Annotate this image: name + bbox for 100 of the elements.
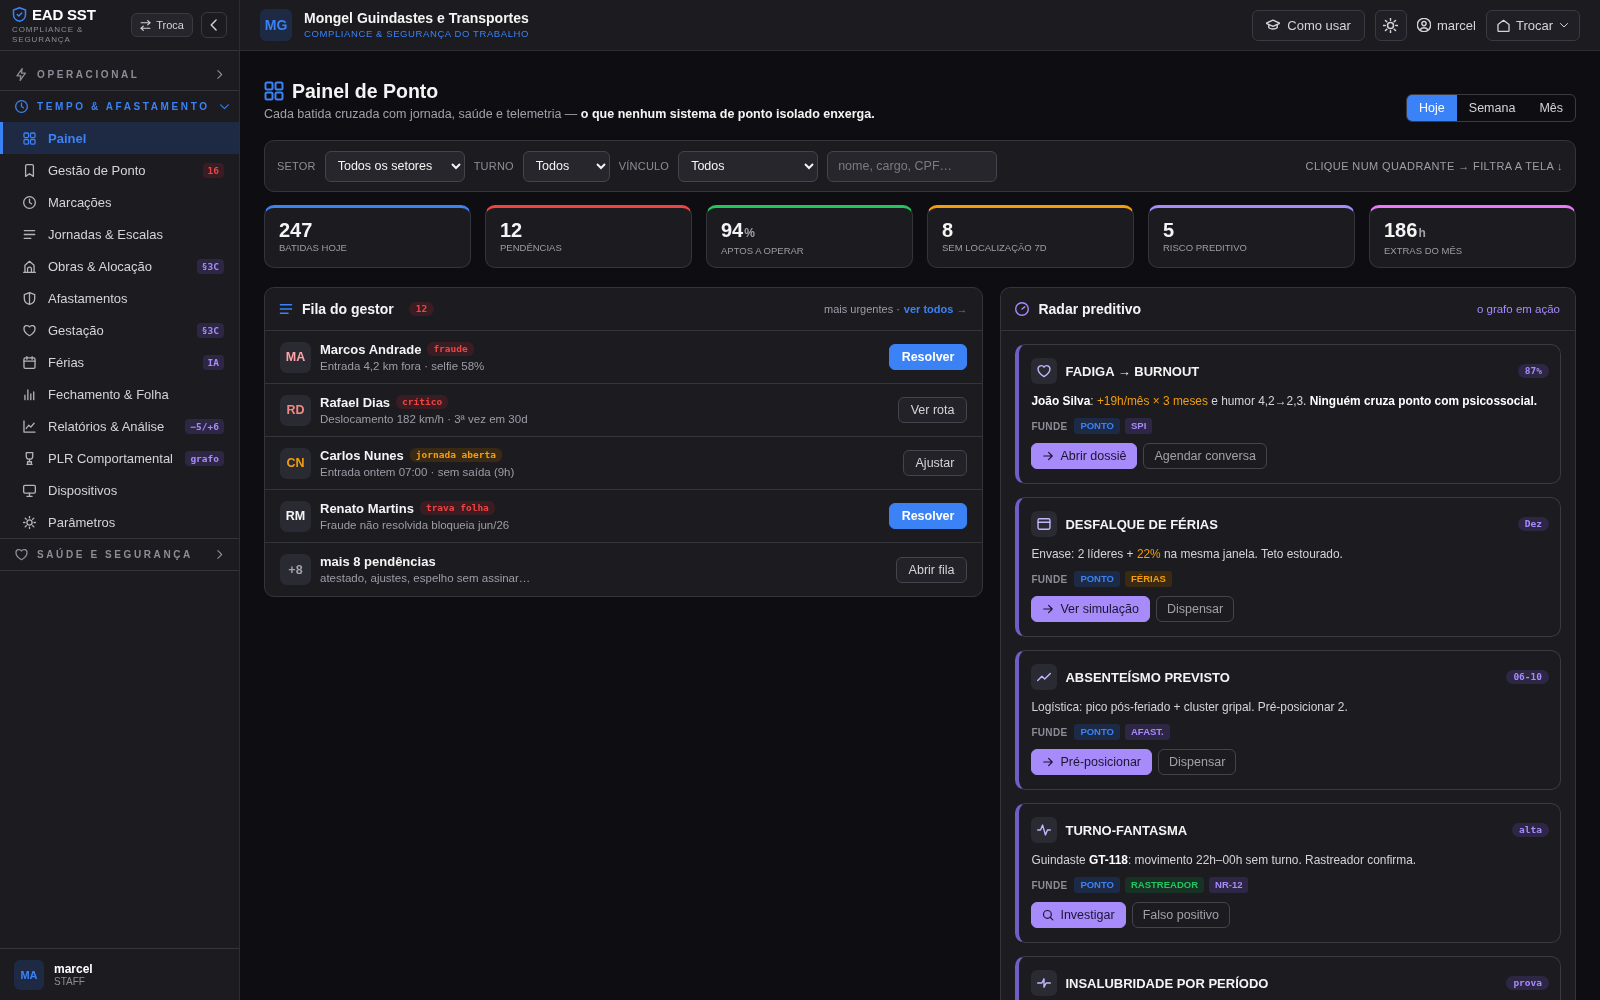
action-button[interactable]: Ver simulação [1031, 596, 1150, 622]
help-button[interactable]: Como usar [1252, 9, 1365, 41]
switch-button[interactable]: Trocar [1485, 9, 1580, 41]
stat-card[interactable]: 5 RISCO PREDITIVO [1148, 205, 1355, 268]
source-tag: PONTO [1074, 877, 1120, 893]
stat-value: 12 [500, 218, 524, 242]
nav-item[interactable]: Gestão de Ponto [0, 154, 203, 186]
arrow-right-icon [1042, 603, 1055, 615]
stat-value: 8 [942, 218, 955, 242]
view-all-link[interactable]: ver todos → [903, 303, 968, 315]
section-header[interactable]: TEMPO & AFASTAMENTO [0, 91, 239, 122]
nav-badge: IA [202, 354, 224, 370]
select-field[interactable]: Todos os setores [324, 150, 465, 182]
stat-card[interactable]: 94% APTOS A OPERAR [706, 205, 913, 268]
action-button[interactable]: Agendar conversa [1143, 443, 1267, 469]
action-button[interactable]: Investigar [1031, 902, 1126, 928]
avatar: RD [280, 394, 311, 426]
theme-button[interactable] [1374, 9, 1407, 41]
source-tag: PONTO [1074, 418, 1120, 434]
arrow-right-icon [1042, 756, 1055, 768]
action-button[interactable]: Dispensar [1155, 596, 1235, 622]
panel-icon [1031, 511, 1058, 537]
search-field[interactable]: nome, cargo, CPF… [827, 150, 998, 182]
select-field[interactable]: Todos [522, 150, 610, 182]
source-label: FUNDE [1031, 573, 1068, 585]
clock-icon [15, 100, 28, 113]
building-icon [23, 259, 36, 273]
company-name: Mongel Guindastes e Transportes [304, 10, 530, 27]
pulse-icon [1031, 970, 1058, 996]
section-header[interactable]: SAÚDE E SEGURANÇA [0, 539, 239, 570]
stat-card[interactable]: 247 BATIDAS HOJE [264, 205, 471, 268]
card-badge: 06-10 [1506, 670, 1549, 684]
heart-icon [23, 323, 36, 337]
action-button[interactable]: Resolver [888, 344, 968, 370]
stat-value: 5 [1163, 218, 1176, 242]
nav-item[interactable]: Fechamento & Folha [0, 378, 239, 410]
avatar: MA [280, 341, 311, 373]
stat-card[interactable]: 8 SEM LOCALIZAÇÃO 7D [927, 205, 1134, 268]
source-label: FUNDE [1031, 879, 1068, 891]
collapse-button[interactable] [201, 12, 227, 38]
stat-label: SEM LOCALIZAÇÃO 7D [942, 242, 1048, 254]
avatar: CN [280, 447, 311, 479]
shield-icon [23, 291, 36, 305]
action-button[interactable]: Abrir dossiê [1031, 443, 1138, 469]
source-tag: AFAST. [1125, 724, 1170, 740]
select-field[interactable]: Todos [678, 150, 819, 182]
nav-item[interactable]: Dispositivos [0, 474, 239, 506]
card-badge: Dez [1517, 517, 1549, 531]
card-title: DESFALQUE DE FÉRIAS [1065, 516, 1219, 532]
section-header[interactable]: OPERACIONAL [0, 59, 239, 90]
trophy-icon [23, 451, 36, 465]
nav-item[interactable]: Parâmetros [0, 506, 239, 538]
filter-hint: CLIQUE NUM QUADRANTE → FILTRA A TELA ↓ [1305, 160, 1563, 172]
nav-badge: §3C [196, 322, 224, 338]
nav-item[interactable]: Gestação [0, 314, 197, 346]
avatar: +8 [280, 554, 311, 585]
company-subtitle: COMPLIANCE & SEGURANÇA DO TRABALHO [304, 28, 531, 40]
chevron-right-icon [214, 549, 225, 560]
nav-item[interactable]: PLR Comportamental [0, 442, 186, 474]
action-button[interactable]: Ver rota [897, 397, 968, 423]
nav-item[interactable]: Jornadas & Escalas [0, 218, 239, 250]
nav-item[interactable]: Obras & Alocação [0, 250, 197, 282]
action-button[interactable]: Ajustar [902, 450, 968, 476]
period-tab[interactable]: Mês [1527, 95, 1575, 121]
person-name: Marcos Andrade [320, 340, 422, 358]
action-button[interactable]: Dispensar [1158, 749, 1237, 775]
source-tag: RASTREADOR [1125, 877, 1205, 893]
clock-icon [23, 195, 36, 209]
stat-card[interactable]: 12 PENDÊNCIAS [485, 205, 692, 268]
nav-item[interactable]: Férias [0, 346, 203, 378]
bar-chart-icon [23, 387, 36, 401]
action-button[interactable]: Pré-posicionar [1031, 749, 1153, 775]
nav-item[interactable]: Painel [0, 122, 239, 154]
graph-link[interactable]: o grafo em ação [1476, 303, 1560, 315]
heart-icon [15, 548, 28, 561]
action-button[interactable]: Resolver [888, 503, 968, 529]
stat-card[interactable]: 186h EXTRAS DO MÊS [1369, 205, 1576, 268]
shield-check-icon [12, 6, 27, 22]
switch-button[interactable]: Troca [131, 13, 193, 37]
nav-badge: grafo [185, 450, 224, 466]
stat-value: 94% [721, 218, 756, 243]
action-button[interactable]: Falso positivo [1131, 902, 1231, 928]
brand-title: EAD SST [32, 5, 96, 23]
home-icon [1496, 18, 1510, 32]
period-tab[interactable]: Semana [1456, 95, 1528, 121]
brand-subtitle: COMPLIANCE & SEGURANÇA [12, 24, 85, 45]
nav-item[interactable]: Relatórios & Análise [0, 410, 186, 442]
card-description: João Silva: +19h/mês × 3 meses e humor 4,2→2,3. Ninguém cruza ponto com psicossocial. [1031, 393, 1538, 409]
row-detail: Fraude não resolvida bloqueia jun/26 [320, 517, 511, 533]
source-tag: FÉRIAS [1125, 571, 1172, 587]
period-tab[interactable]: Hoje [1407, 95, 1457, 121]
chevron-down-icon [218, 101, 230, 112]
nav-item[interactable]: Marcações [0, 186, 239, 218]
row-detail: Entrada 4,2 km fora · selfie 58% [320, 358, 486, 374]
user-menu[interactable]: marcel [1416, 9, 1476, 41]
monitor-icon [23, 483, 36, 497]
nav-item[interactable]: Afastamentos [0, 282, 239, 314]
search-icon [1042, 909, 1055, 921]
swap-icon [140, 19, 152, 31]
action-button[interactable]: Abrir fila [895, 556, 968, 583]
